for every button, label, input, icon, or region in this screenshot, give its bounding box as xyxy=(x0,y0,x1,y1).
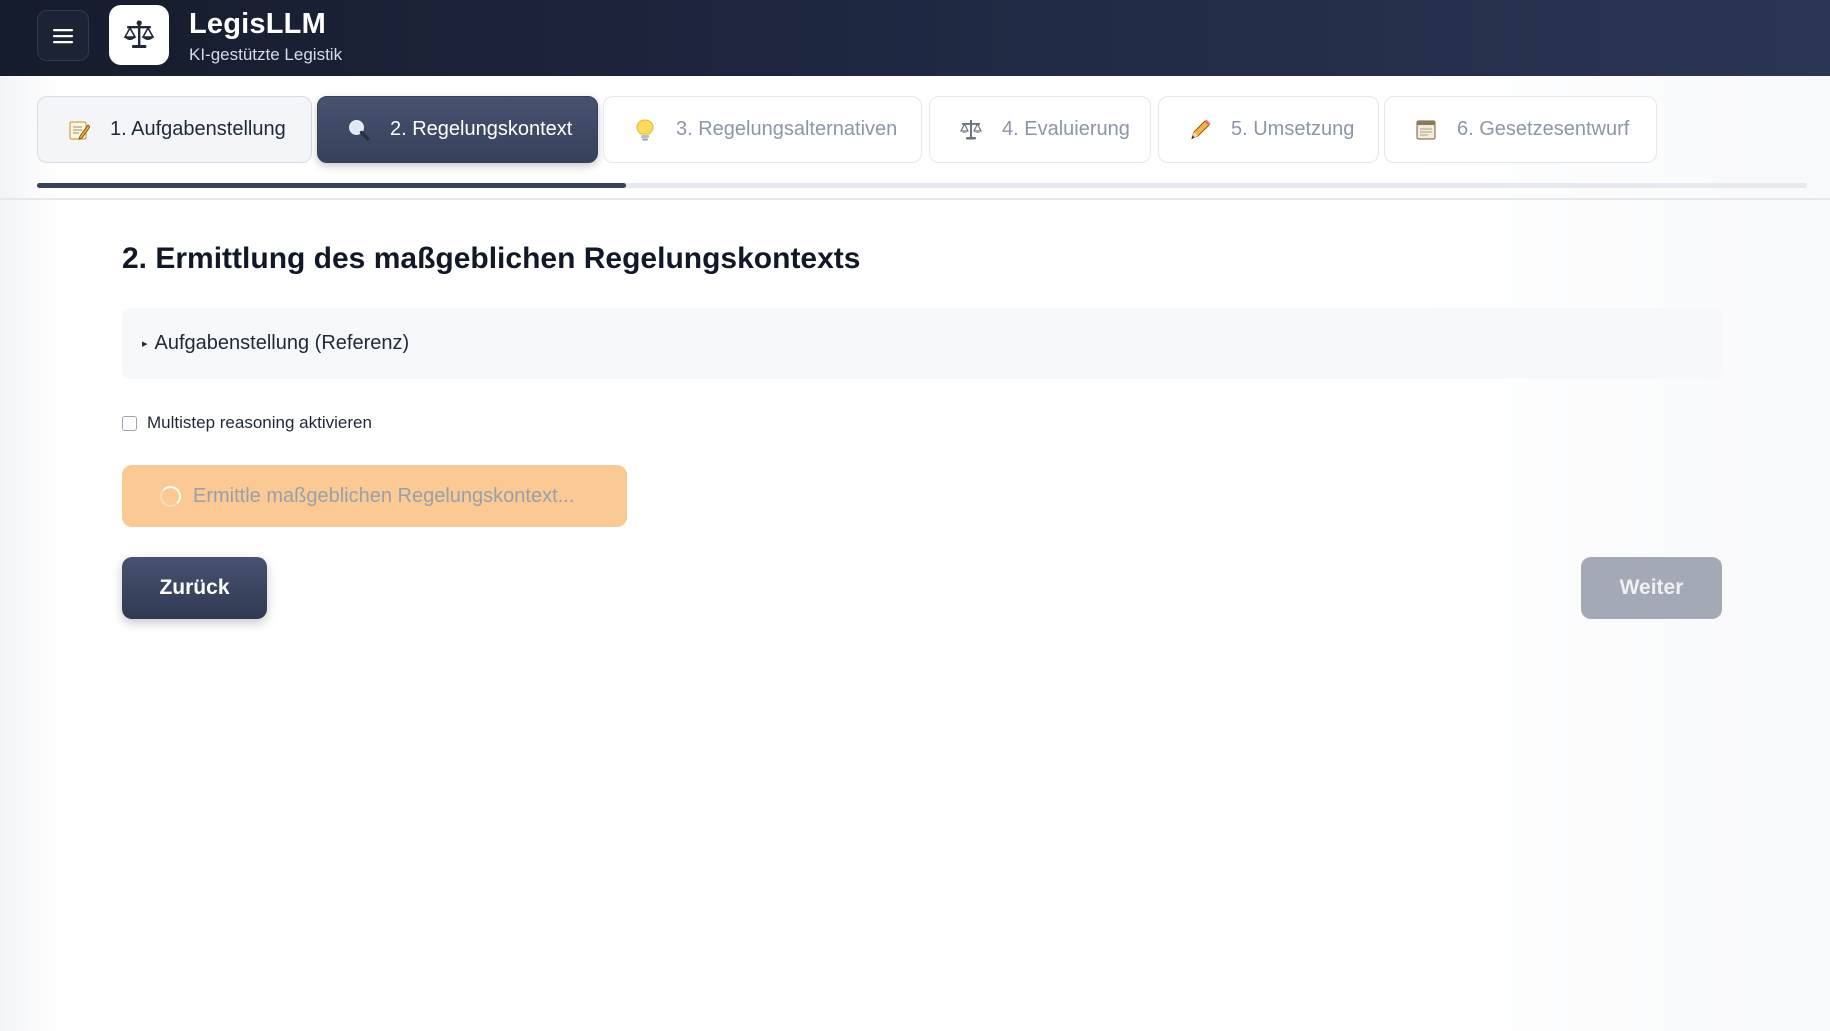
magnifier-icon xyxy=(344,115,374,145)
scales-of-justice-icon xyxy=(123,20,155,48)
tab-label: 1. Aufgabenstellung xyxy=(110,118,286,140)
app-logo xyxy=(109,5,169,65)
loading-button: Ermittle maßgeblichen Regelungskontext..… xyxy=(122,465,627,527)
step-tabs: 1. Aufgabenstellung 2. Regelungskontext … xyxy=(37,96,1657,163)
tab-evaluierung[interactable]: 4. Evaluierung xyxy=(929,96,1151,163)
tab-regelungskontext[interactable]: 2. Regelungskontext xyxy=(317,96,598,163)
reference-summary: Aufgabenstellung (Referenz) xyxy=(154,332,410,354)
scales-icon xyxy=(956,115,986,145)
tab-regelungsalternativen[interactable]: 3. Regelungsalternativen xyxy=(603,96,922,163)
spinner-icon xyxy=(160,485,181,507)
caret-right-icon: ▸ xyxy=(142,338,148,350)
menu-button[interactable] xyxy=(37,10,89,61)
document-icon xyxy=(1411,115,1441,145)
tab-label: 3. Regelungsalternativen xyxy=(676,118,898,140)
app-header: LegisLLM KI-gestützte Legistik xyxy=(0,0,1830,76)
lightbulb-icon xyxy=(630,115,660,145)
multistep-checkbox[interactable] xyxy=(122,415,137,431)
tab-aufgabenstellung[interactable]: 1. Aufgabenstellung xyxy=(37,96,312,163)
pencil-icon xyxy=(1185,115,1215,145)
tab-label: 4. Evaluierung xyxy=(1002,118,1130,140)
app-subtitle: KI-gestützte Legistik xyxy=(189,45,343,64)
hamburger-menu-icon xyxy=(53,28,73,43)
step-progress-bar xyxy=(37,183,1807,188)
page-title: 2. Ermittlung des maßgeblichen Regelungs… xyxy=(122,242,861,275)
tab-label: 6. Gesetzesentwurf xyxy=(1457,118,1630,140)
step-progress-fill xyxy=(37,183,627,188)
multistep-reasoning-toggle[interactable]: Multistep reasoning aktivieren xyxy=(122,411,372,435)
memo-icon xyxy=(64,115,94,145)
tab-label: 5. Umsetzung xyxy=(1231,118,1355,140)
reference-expander[interactable]: ▸ Aufgabenstellung (Referenz) xyxy=(122,308,1722,379)
loading-label: Ermittle maßgeblichen Regelungskontext..… xyxy=(193,484,575,507)
back-button[interactable]: Zurück xyxy=(122,557,267,619)
multistep-label: Multistep reasoning aktivieren xyxy=(147,413,372,432)
tab-umsetzung[interactable]: 5. Umsetzung xyxy=(1158,96,1379,163)
tab-label: 2. Regelungskontext xyxy=(390,118,573,140)
header-divider xyxy=(0,198,1830,200)
next-button[interactable]: Weiter xyxy=(1581,557,1722,619)
tab-gesetzesentwurf[interactable]: 6. Gesetzesentwurf xyxy=(1384,96,1657,163)
app-title: LegisLLM xyxy=(189,8,326,40)
